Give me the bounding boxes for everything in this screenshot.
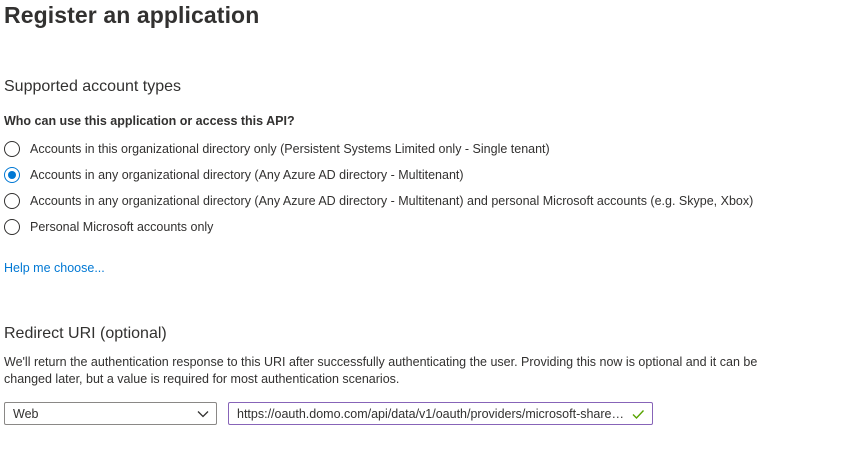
chevron-down-icon: [196, 407, 210, 421]
redirect-uri-input[interactable]: [229, 403, 629, 424]
help-me-choose-link[interactable]: Help me choose...: [4, 261, 105, 275]
radio-option-label: Accounts in any organizational directory…: [30, 194, 754, 208]
account-types-question: Who can use this application or access t…: [4, 114, 295, 128]
radio-button-icon[interactable]: [4, 141, 20, 157]
platform-dropdown[interactable]: Web: [4, 402, 217, 425]
radio-button-icon[interactable]: [4, 219, 20, 235]
radio-button-icon[interactable]: [4, 193, 20, 209]
redirect-uri-field[interactable]: [228, 402, 653, 425]
radio-option-label: Accounts in any organizational directory…: [30, 168, 464, 182]
redirect-uri-description: We'll return the authentication response…: [4, 355, 758, 386]
platform-selected-value: Web: [13, 406, 39, 421]
register-app-page: Register an application Supported accoun…: [0, 0, 849, 450]
radio-option-label: Personal Microsoft accounts only: [30, 220, 214, 234]
radio-option-multitenant[interactable]: Accounts in any organizational directory…: [4, 165, 464, 185]
radio-option-personal-only[interactable]: Personal Microsoft accounts only: [4, 217, 213, 237]
redirect-uri-heading: Redirect URI (optional): [4, 325, 167, 342]
checkmark-icon: [631, 407, 645, 421]
radio-option-single-tenant[interactable]: Accounts in this organizational director…: [4, 139, 550, 159]
account-types-heading: Supported account types: [4, 78, 182, 95]
page-title: Register an application: [4, 2, 260, 28]
radio-option-multitenant-personal[interactable]: Accounts in any organizational directory…: [4, 191, 753, 211]
radio-option-label: Accounts in this organizational director…: [30, 142, 550, 156]
radio-button-selected-icon[interactable]: [4, 167, 20, 183]
